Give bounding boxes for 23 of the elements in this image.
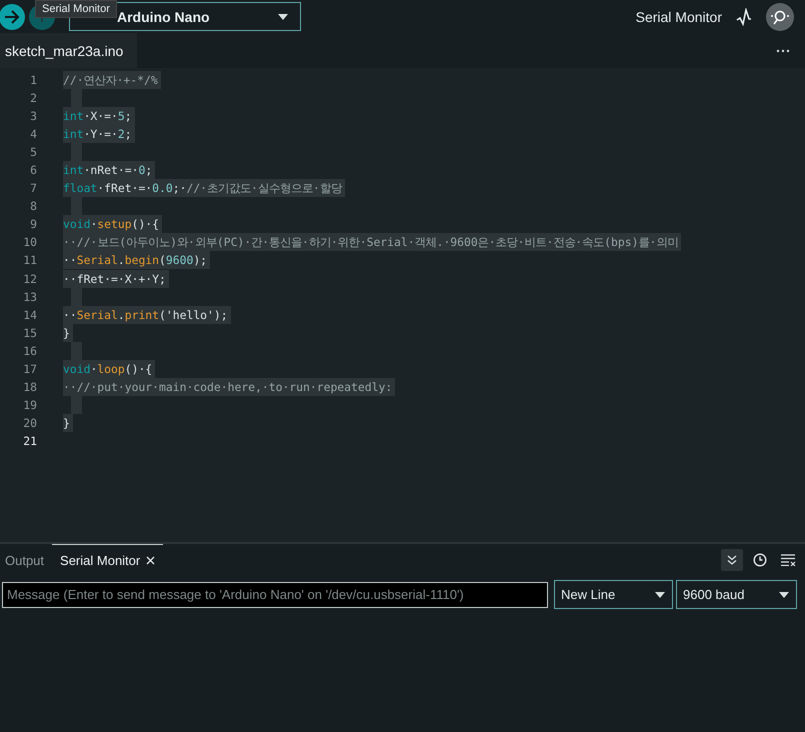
line-number: 15 xyxy=(22,326,37,340)
line-number: 6 xyxy=(29,163,37,178)
line-number: 10 xyxy=(22,235,37,250)
line-number: 11 xyxy=(22,253,37,268)
line-number: 13 xyxy=(22,290,37,304)
serial-monitor-label: Serial Monitor xyxy=(636,8,722,24)
line-number: 2 xyxy=(29,91,37,106)
line-number: 14 xyxy=(22,308,37,322)
line-number: 16 xyxy=(22,344,37,358)
line-number: 12 xyxy=(22,272,37,286)
line-number: 19 xyxy=(22,398,37,412)
line-number: 5 xyxy=(29,145,37,160)
line-number: 7 xyxy=(29,181,37,196)
line-number: 17 xyxy=(22,362,37,376)
line-number: 8 xyxy=(29,199,37,214)
line-number: 21 xyxy=(22,434,37,448)
tooltip: Serial Monitor xyxy=(35,0,117,18)
line-number: 9 xyxy=(29,217,37,232)
line-number: 3 xyxy=(29,109,37,124)
line-number: 18 xyxy=(22,380,37,394)
line-number: 4 xyxy=(29,127,37,142)
line-number: 1 xyxy=(29,73,37,88)
line-number: 20 xyxy=(22,416,37,430)
